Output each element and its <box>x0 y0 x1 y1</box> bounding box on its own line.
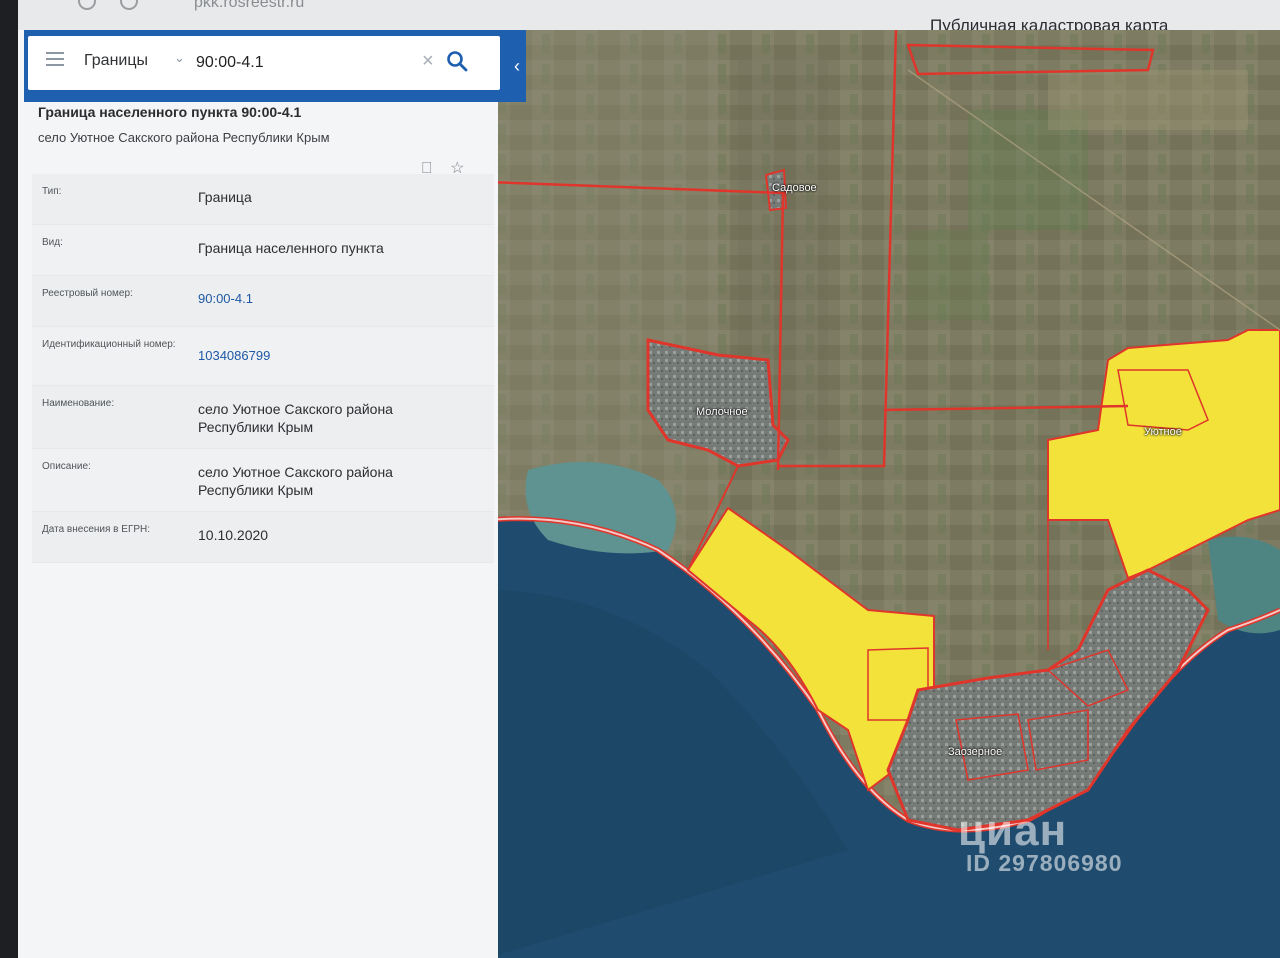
place-label[interactable]: Молочное <box>696 406 748 418</box>
address-bar[interactable]: pkk.rosreestr.ru <box>194 0 304 12</box>
attribute-label: Тип: <box>42 186 62 197</box>
attribute-label: Вид: <box>42 237 63 248</box>
card-header: Граница населенного пункта 90:00-4.1 сел… <box>38 104 478 145</box>
search-bar: Границы ⌄ × <box>24 30 508 102</box>
screen: pkk.rosreestr.ru Публичная кадастровая к… <box>18 0 1280 958</box>
map-view[interactable]: Садовое Молочное Уютное Заозерное <box>488 30 1280 958</box>
search-input[interactable] <box>196 48 406 78</box>
search-icon[interactable] <box>446 50 468 72</box>
menu-icon[interactable] <box>46 52 64 66</box>
place-label[interactable]: Заозерное <box>948 746 1002 758</box>
map-canvas[interactable] <box>488 30 1280 958</box>
attribute-value: село Уютное Сакского района Республики К… <box>198 401 393 435</box>
attribute-row: Идентификационный номер: 1034086799 <box>32 327 494 386</box>
attribute-value: Граница <box>198 189 252 205</box>
attribute-label: Наименование: <box>42 398 115 409</box>
id-number-link[interactable]: 1034086799 <box>198 337 494 365</box>
attribute-row: Дата внесения в ЕГРН: 10.10.2020 <box>32 512 494 563</box>
attribute-row: Вид: Граница населенного пункта <box>32 225 494 276</box>
registry-number-link[interactable]: 90:00-4.1 <box>198 286 494 308</box>
attribute-value: Граница населенного пункта <box>198 240 384 256</box>
clear-icon[interactable]: × <box>422 50 434 73</box>
chevron-down-icon[interactable]: ⌄ <box>174 50 185 66</box>
attribute-value: село Уютное Сакского района Республики К… <box>198 464 393 498</box>
card-title: Граница населенного пункта 90:00-4.1 <box>38 104 302 120</box>
attribute-row: Реестровый номер: 90:00-4.1 <box>32 276 494 327</box>
collapse-panel-button[interactable]: ‹ <box>508 30 526 102</box>
browser-button[interactable] <box>120 0 138 10</box>
info-panel: Границы ⌄ × ‹ Граница населенного пункта… <box>18 30 526 958</box>
attribute-value: 10.10.2020 <box>198 527 269 543</box>
browser-button[interactable] <box>78 0 96 10</box>
attribute-label: Реестровый номер: <box>42 288 133 299</box>
place-label[interactable]: Садовое <box>772 182 817 194</box>
watermark-id: ID 297806980 <box>966 850 1123 876</box>
search-box: Границы ⌄ × <box>28 36 500 90</box>
watermark-brand: циан <box>958 806 1068 855</box>
layer-select[interactable]: Границы <box>84 52 148 70</box>
card-subtitle: село Уютное Сакского района Республики К… <box>38 130 330 145</box>
attribute-label: Описание: <box>42 461 91 472</box>
attribute-row: Наименование: село Уютное Сакского район… <box>32 386 494 449</box>
attribute-label: Идентификационный номер: <box>42 339 176 350</box>
attribute-row: Тип: Граница <box>32 174 494 225</box>
place-label[interactable]: Уютное <box>1144 426 1182 438</box>
attribute-row: Описание: село Уютное Сакского района Ре… <box>32 449 494 512</box>
attributes-table: Тип: Граница Вид: Граница населенного пу… <box>32 174 494 563</box>
attribute-label: Дата внесения в ЕГРН: <box>42 524 151 535</box>
